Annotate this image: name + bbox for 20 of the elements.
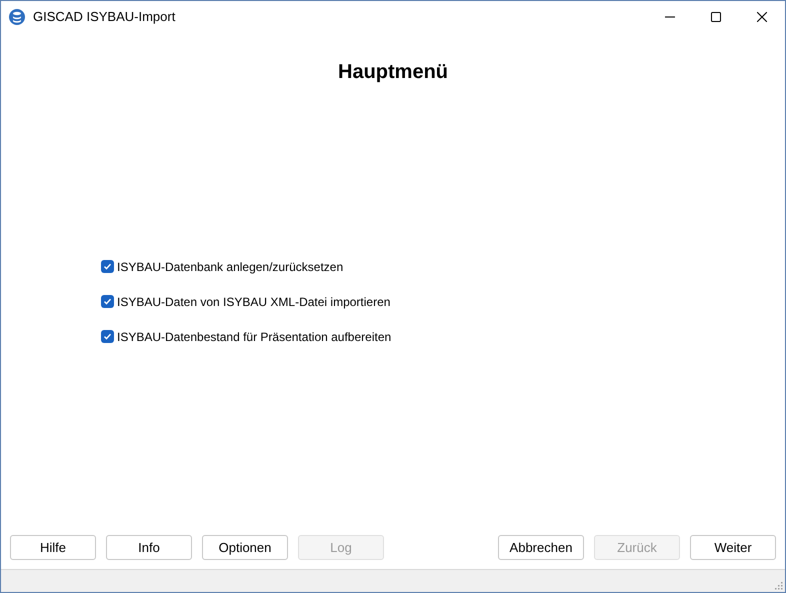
window-title: GISCAD ISYBAU-Import xyxy=(33,8,176,26)
dialog-button[interactable]: Optionen xyxy=(202,535,288,560)
maximize-icon xyxy=(711,12,721,22)
dialog-button[interactable]: Info xyxy=(106,535,192,560)
page-heading: Hauptmenü xyxy=(337,60,449,85)
dialog-button[interactable]: Hilfe xyxy=(10,535,96,560)
dialog-button[interactable]: Weiter xyxy=(690,535,776,560)
close-icon xyxy=(757,12,767,22)
database-icon xyxy=(9,8,25,24)
option-label: ISYBAU-Datenbestand für Präsentation aufbereiten xyxy=(117,328,392,346)
checkmark-icon xyxy=(103,262,112,271)
checkbox[interactable] xyxy=(101,330,114,343)
checkbox[interactable] xyxy=(101,295,114,308)
option-label: ISYBAU-Daten von ISYBAU XML-Datei importieren xyxy=(117,294,390,310)
checkmark-icon xyxy=(103,297,112,306)
resize-grip-icon[interactable] xyxy=(775,582,783,590)
dialog-button[interactable]: Abbrechen xyxy=(498,535,584,560)
option-label: ISYBAU-Datenbank anlegen/zurücksetzen xyxy=(117,258,344,276)
checkmark-icon xyxy=(103,332,112,341)
checkbox[interactable] xyxy=(101,260,114,273)
